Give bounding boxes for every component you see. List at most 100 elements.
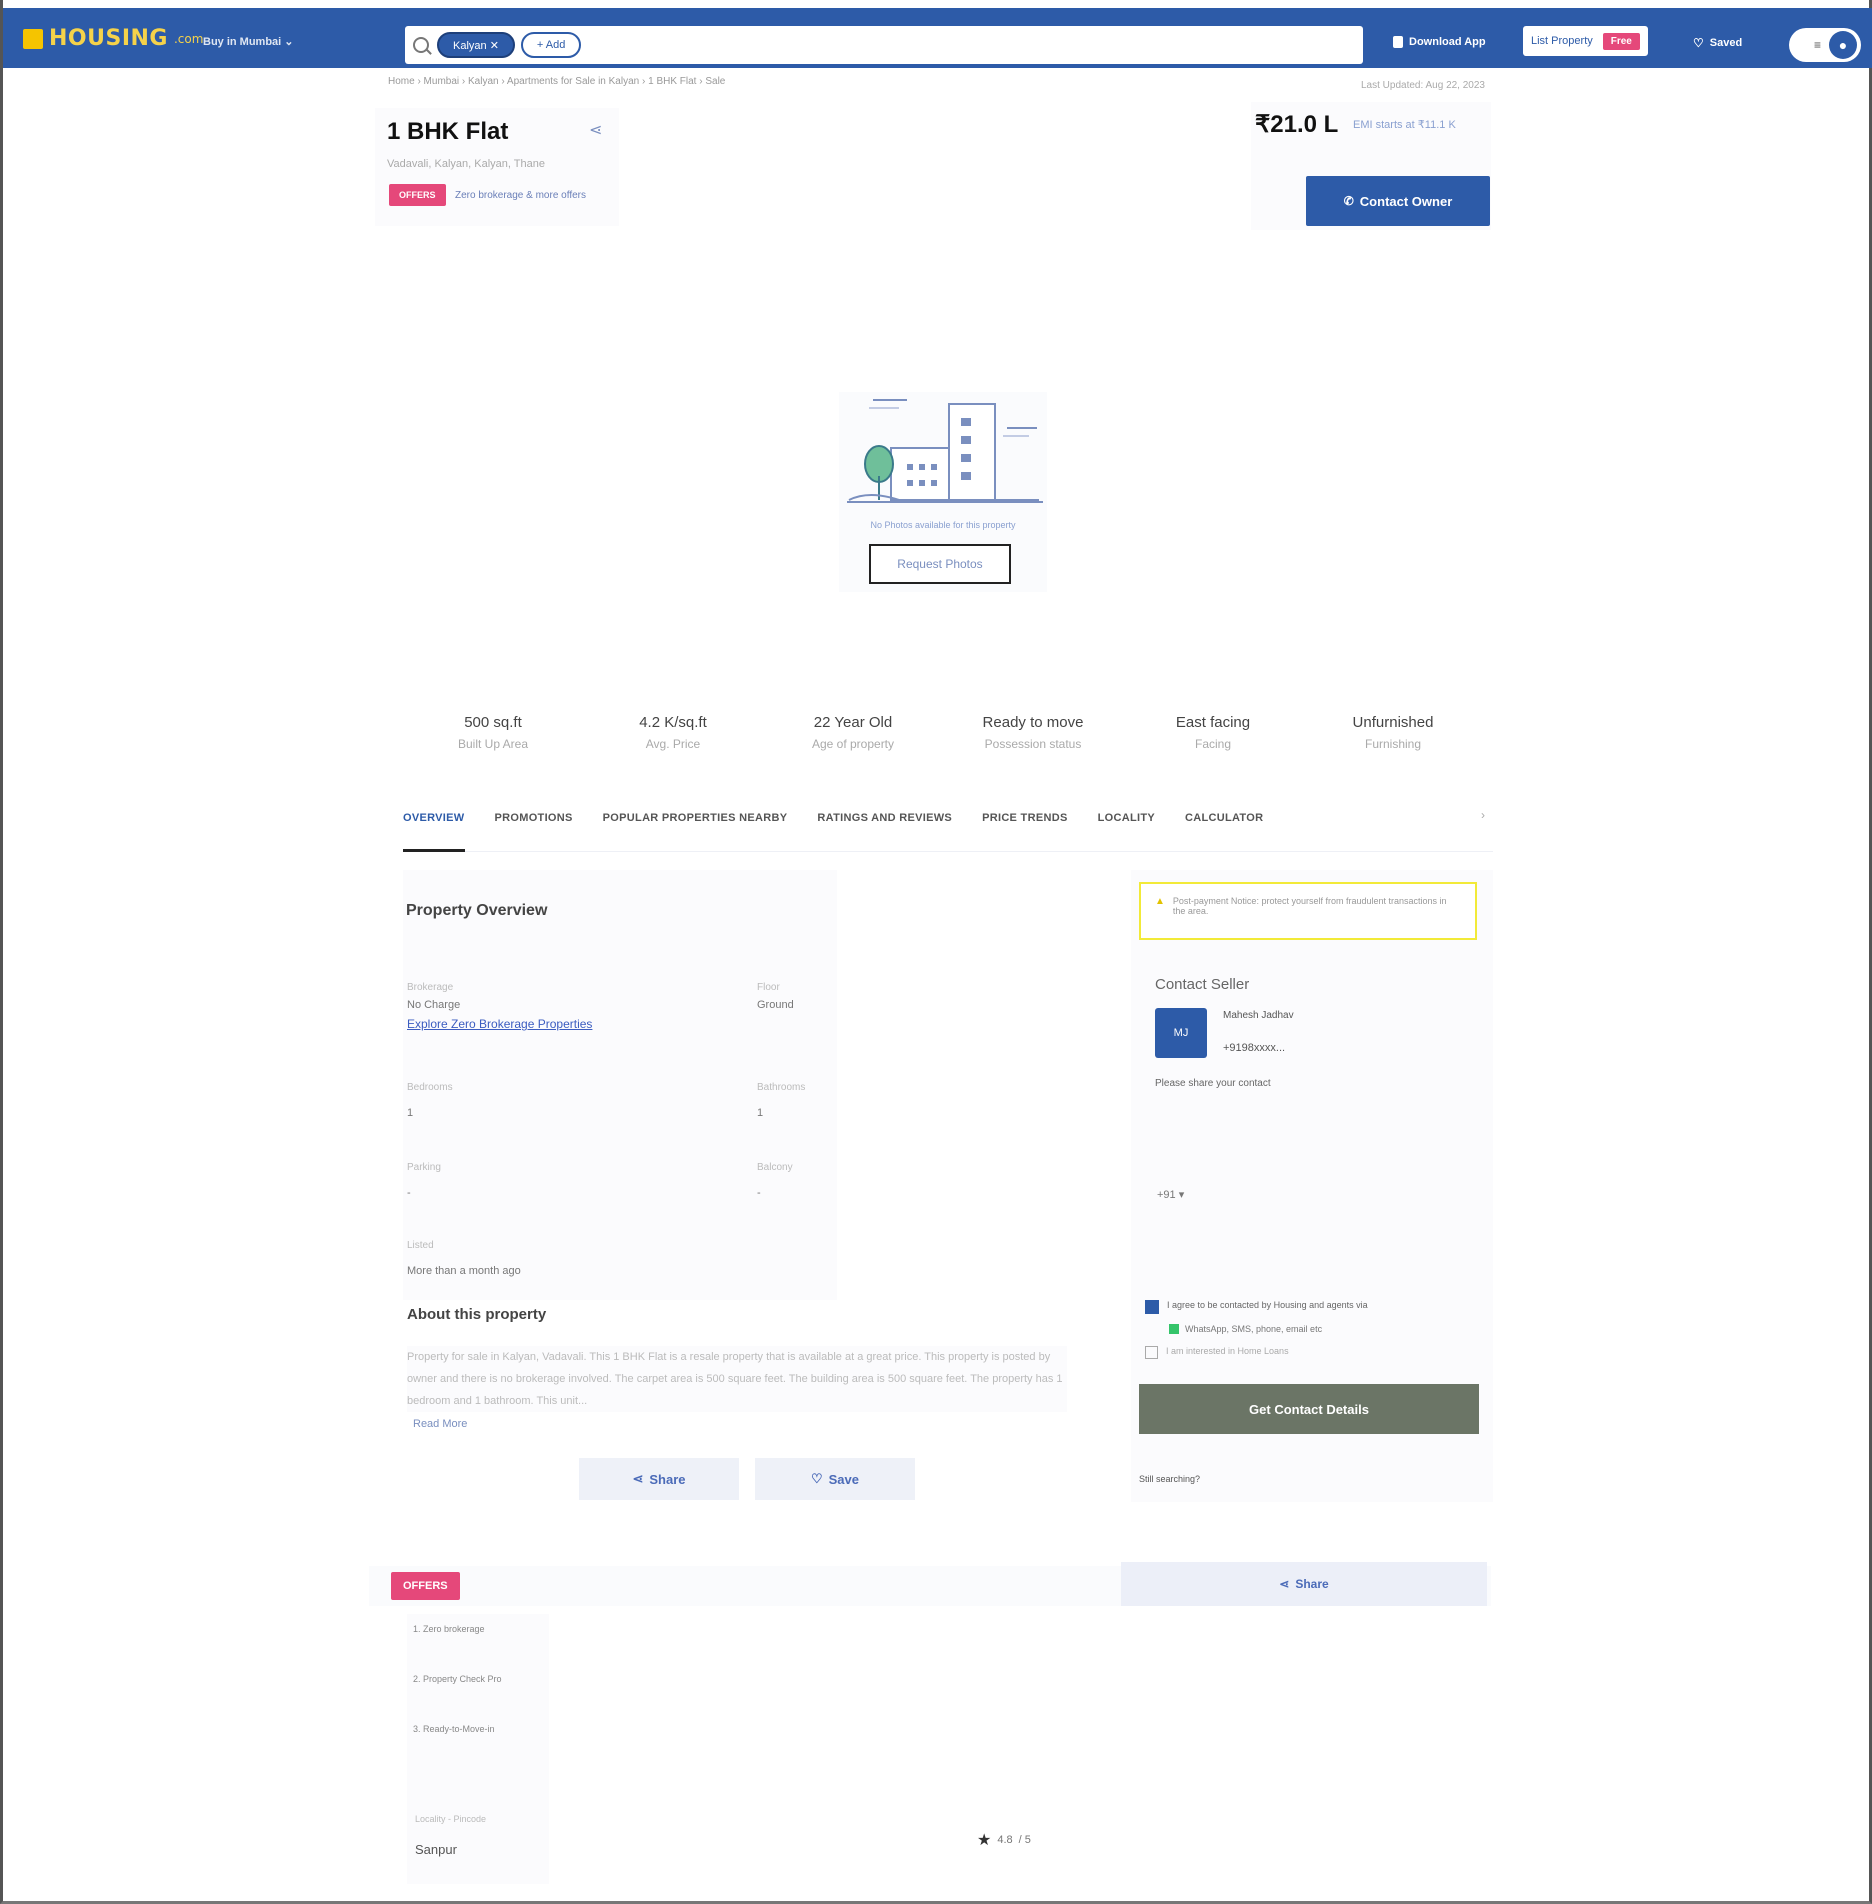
fact-value: Unfurnished [1352, 714, 1434, 731]
home-loan-label: I am interested in Home Loans [1166, 1346, 1289, 1356]
logo-icon [23, 28, 43, 49]
listed-label: Listed [407, 1240, 434, 1251]
floor-label: Floor [757, 982, 780, 993]
overview-floor: Floor Ground [757, 982, 794, 1011]
parking-value: - [407, 1187, 411, 1199]
buy-city-menu[interactable]: Buy in Mumbai ⌄ [203, 35, 294, 48]
fact-age: 22 Year Old Age of property [763, 714, 943, 760]
download-app-link[interactable]: Download App [1393, 36, 1486, 48]
tab-overview[interactable]: OVERVIEW [403, 810, 465, 852]
fact-value: 22 Year Old [813, 714, 893, 731]
contact-owner-label: Contact Owner [1359, 193, 1453, 209]
fact-label: Possession status [984, 737, 1082, 751]
bathrooms-label: Bathrooms [757, 1082, 806, 1093]
search-chip-city[interactable]: Kalyan ✕ [437, 32, 515, 58]
about-title: About this property [407, 1306, 547, 1323]
list-property-button[interactable]: List Property Free [1523, 26, 1648, 56]
share-icon: ⋖ [632, 1471, 644, 1486]
share-contact-prompt: Please share your contact [1155, 1078, 1271, 1089]
fact-furnishing: Unfurnished Furnishing [1303, 714, 1483, 760]
consent-label: I agree to be contacted by Housing and a… [1167, 1300, 1368, 1310]
about-description: Property for sale in Kalyan, Vadavali. T… [407, 1346, 1067, 1412]
floor-value: Ground [757, 999, 794, 1011]
rating-value: 4.8 [997, 1834, 1013, 1846]
page: HOUSING .com Buy in Mumbai ⌄ Kalyan ✕ + … [0, 0, 1872, 1904]
rating-widget[interactable]: ★ 4.8 / 5 [977, 1830, 1031, 1850]
whatsapp-icon [1169, 1324, 1179, 1334]
tab-popular-properties[interactable]: POPULAR PROPERTIES NEARBY [603, 810, 788, 852]
saved-link[interactable]: ♡ Saved [1693, 36, 1742, 50]
overview-balcony: Balcony - [757, 1162, 793, 1199]
get-contact-details-button[interactable]: Get Contact Details [1139, 1384, 1479, 1434]
user-menu[interactable]: ≡ ● [1789, 28, 1861, 62]
fact-facing: East facing Facing [1123, 714, 1303, 760]
free-badge: Free [1602, 32, 1640, 50]
warning-icon: ▲ [1155, 896, 1165, 907]
listed-value: More than a month ago [407, 1265, 521, 1277]
property-overview: Property Overview Brokerage No Charge Ex… [403, 870, 837, 1300]
consent-checkbox[interactable] [1145, 1300, 1159, 1314]
add-location-chip[interactable]: + Add [520, 32, 582, 58]
price-block: ₹21.0 L EMI starts at ₹11.1 K ✆ Contact … [1251, 102, 1491, 230]
brokerage-value: No Charge [407, 999, 461, 1011]
tab-ratings[interactable]: RATINGS AND REVIEWS [817, 810, 952, 852]
tab-price-trends[interactable]: PRICE TRENDS [982, 810, 1068, 852]
read-more-link[interactable]: Read More [413, 1418, 467, 1430]
logo-text: HOUSING [49, 26, 168, 51]
consent-checkbox-row[interactable]: I agree to be contacted by Housing and a… [1145, 1300, 1485, 1314]
share-icon: ⋖ [1279, 1577, 1290, 1591]
housing-logo[interactable]: HOUSING .com [23, 26, 203, 51]
locality-value: Sanpur [415, 1842, 457, 1857]
whatsapp-consent: WhatsApp, SMS, phone, email etc [1169, 1324, 1322, 1334]
last-updated: Last Updated: Aug 22, 2023 [1361, 80, 1485, 91]
contact-seller-card: ▲ Post-payment Notice: protect yourself … [1131, 870, 1493, 1502]
share-label: Share [649, 1471, 686, 1487]
share-button[interactable]: ⋖ Share [579, 1458, 739, 1500]
logo-suffix: .com [173, 31, 204, 46]
emi-link[interactable]: EMI starts at ₹11.1 K [1353, 118, 1456, 131]
avatar: MJ [1155, 1008, 1207, 1058]
tab-calculator[interactable]: CALCULATOR [1185, 810, 1263, 852]
home-loan-checkbox[interactable] [1145, 1346, 1158, 1359]
tab-promotions[interactable]: PROMOTIONS [495, 810, 573, 852]
overview-bedrooms: Bedrooms 1 [407, 1082, 453, 1119]
fact-value: 4.2 K/sq.ft [639, 714, 707, 731]
search-icon[interactable] [413, 37, 429, 53]
brokerage-note[interactable]: Zero brokerage & more offers [455, 190, 586, 201]
user-icon[interactable]: ● [1829, 31, 1857, 59]
share-wide-button[interactable]: ⋖ Share [1121, 1562, 1487, 1606]
tab-locality[interactable]: LOCALITY [1098, 810, 1155, 852]
country-code-select[interactable]: +91 ▾ [1157, 1188, 1184, 1201]
saved-label: Saved [1709, 37, 1743, 49]
download-app-label: Download App [1409, 36, 1486, 48]
still-searching-text: Still searching? [1139, 1474, 1201, 1484]
offer-list: 1. Zero brokerage 2. Property Check Pro … [407, 1614, 549, 1884]
chevron-right-icon[interactable]: › [1481, 808, 1485, 822]
fact-built-up-area: 500 sq.ft Built Up Area [403, 714, 583, 760]
search-bar[interactable]: Kalyan ✕ + Add [405, 26, 1363, 64]
rating-suffix: / 5 [1018, 1834, 1031, 1846]
request-photos-button[interactable]: Request Photos [869, 544, 1011, 584]
overview-bathrooms: Bathrooms 1 [757, 1082, 805, 1119]
photo-placeholder: No Photos available for this property Re… [839, 392, 1047, 592]
fact-avg-price: 4.2 K/sq.ft Avg. Price [583, 714, 763, 760]
fact-label: Furnishing [1364, 737, 1422, 751]
bedrooms-value: 1 [407, 1107, 414, 1119]
breadcrumb[interactable]: Home › Mumbai › Kalyan › Apartments for … [388, 76, 725, 87]
listing-price: ₹21.0 L [1255, 111, 1339, 138]
parking-label: Parking [407, 1162, 441, 1173]
share-icon[interactable]: ⋖ [589, 120, 602, 140]
contact-owner-button[interactable]: ✆ Contact Owner [1306, 176, 1490, 226]
offers-label: OFFERS [391, 1572, 460, 1600]
home-loan-checkbox-row[interactable]: I am interested in Home Loans [1145, 1346, 1289, 1359]
heart-icon: ♡ [1693, 36, 1704, 50]
list-property-label: List Property [1531, 35, 1593, 47]
building-illustration-icon [847, 399, 1043, 503]
overview-parking: Parking - [407, 1162, 441, 1199]
save-button[interactable]: ♡ Save [755, 1458, 915, 1500]
zero-brokerage-link[interactable]: Explore Zero Brokerage Properties [407, 1017, 592, 1031]
locality-label: Locality - Pincode [415, 1814, 487, 1824]
menu-icon[interactable]: ≡ [1814, 38, 1821, 52]
offers-badge: OFFERS [389, 184, 446, 206]
phone-download-icon [1393, 36, 1403, 48]
